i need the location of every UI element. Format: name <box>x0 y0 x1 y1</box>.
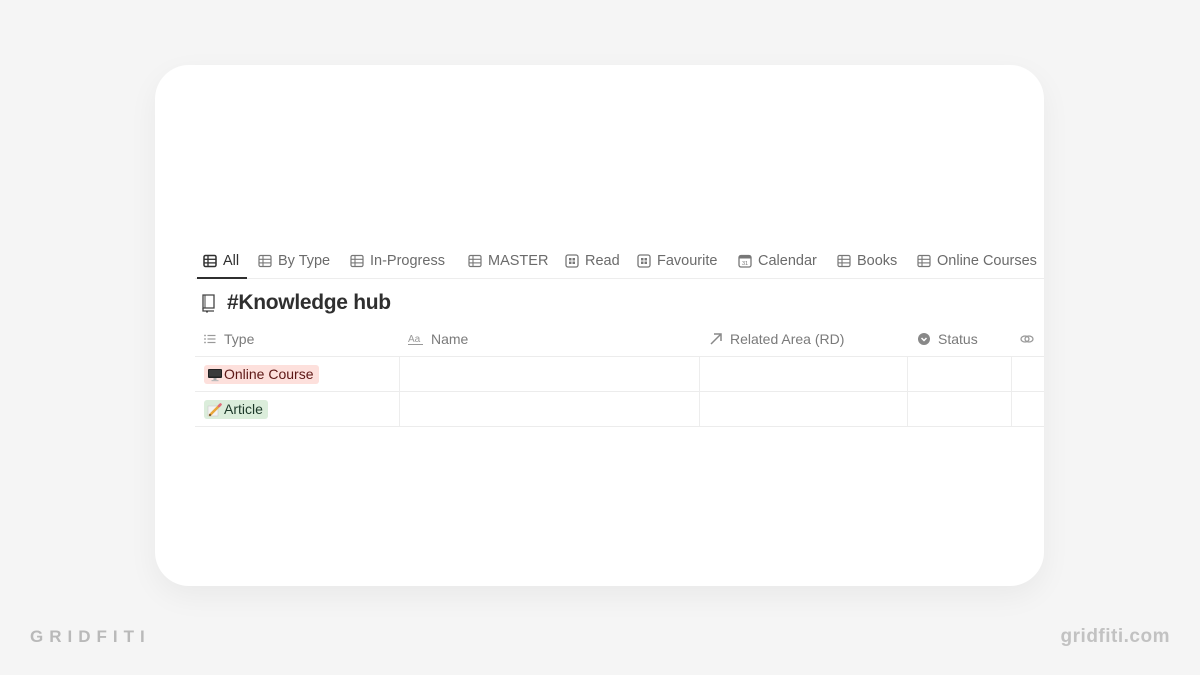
pencil-emoji-icon <box>207 402 222 416</box>
book-icon <box>202 294 215 313</box>
svg-text:Aa: Aa <box>408 334 421 345</box>
cell-status[interactable] <box>907 357 1012 391</box>
table-row[interactable]: Online Course <box>195 357 1044 392</box>
cell-type[interactable]: Online Course <box>195 357 400 391</box>
database-view: All By Type In-Progress MASTER Read Favo… <box>195 65 1044 586</box>
tag-label: Article <box>224 401 263 417</box>
tab-read[interactable]: Read <box>565 244 620 277</box>
brand-logo-text: GRIDFITI <box>30 627 151 646</box>
calendar-icon: 31 <box>738 254 752 268</box>
table-icon <box>258 254 272 267</box>
link-icon <box>1020 335 1034 343</box>
cell-name[interactable] <box>399 357 700 391</box>
cell-name[interactable] <box>399 392 700 426</box>
cell-link[interactable] <box>1011 357 1044 391</box>
cell-type[interactable]: Article <box>195 392 400 426</box>
view-tabs: All By Type In-Progress MASTER Read Favo… <box>195 244 1044 279</box>
tab-label: Read <box>585 252 620 269</box>
tab-calendar[interactable]: 31 Calendar <box>738 244 817 277</box>
table-row[interactable]: Article <box>195 392 1044 427</box>
tab-favourite[interactable]: Favourite <box>637 244 717 277</box>
cell-link[interactable] <box>1011 392 1044 426</box>
column-label: Name <box>431 331 469 347</box>
column-label: Related Area (RD) <box>730 331 845 347</box>
table-icon <box>468 254 482 267</box>
tab-label: By Type <box>278 252 331 269</box>
cell-status[interactable] <box>907 392 1012 426</box>
cell-related-area[interactable] <box>699 392 908 426</box>
tab-label: Calendar <box>758 252 817 269</box>
tab-books[interactable]: Books <box>837 244 897 277</box>
column-header-name[interactable]: Aa Name <box>408 322 468 356</box>
tab-by-type[interactable]: By Type <box>258 244 330 277</box>
relation-arrow-icon <box>710 333 722 345</box>
tab-online-courses[interactable]: Online Courses <box>917 244 1037 277</box>
table-icon <box>203 254 217 267</box>
tab-label: Books <box>857 252 898 269</box>
column-label: Status <box>938 331 978 347</box>
tag-label: Online Course <box>224 366 314 382</box>
table-icon <box>917 254 931 267</box>
gallery-icon <box>565 253 579 268</box>
column-header-status[interactable]: Status <box>917 322 978 356</box>
type-tag-article[interactable]: Article <box>204 400 268 419</box>
tab-label: Favourite <box>657 252 718 269</box>
database-title[interactable]: #Knowledge hub <box>200 291 391 315</box>
table-icon <box>350 254 364 267</box>
computer-emoji-icon <box>208 368 222 381</box>
tab-label: In-Progress <box>370 252 445 269</box>
column-header-link[interactable] <box>1020 322 1041 356</box>
brand-url: gridfiti.com <box>1060 626 1170 647</box>
column-label: Type <box>224 331 255 347</box>
cell-related-area[interactable] <box>699 357 908 391</box>
type-tag-online-course[interactable]: Online Course <box>204 365 319 384</box>
column-header-type[interactable]: Type <box>203 322 254 356</box>
tab-label: Online Courses <box>937 252 1037 269</box>
database-title-text: #Knowledge hub <box>227 291 391 314</box>
tab-label: All <box>223 252 240 269</box>
tab-all[interactable]: All <box>196 244 248 279</box>
column-header-related-area[interactable]: Related Area (RD) <box>709 322 844 356</box>
text-aa-icon: Aa <box>408 334 423 345</box>
tab-master[interactable]: MASTER <box>468 244 548 277</box>
svg-text:31: 31 <box>742 261 748 267</box>
list-icon <box>204 334 216 344</box>
gallery-icon <box>637 253 651 268</box>
tab-in-progress[interactable]: In-Progress <box>350 244 445 277</box>
table-header: Type Aa Name Related Area (RD) Status <box>195 322 1044 357</box>
status-icon <box>918 333 930 345</box>
notion-card: All By Type In-Progress MASTER Read Favo… <box>155 65 1044 586</box>
table-icon <box>837 254 851 267</box>
tab-label: MASTER <box>488 252 549 269</box>
